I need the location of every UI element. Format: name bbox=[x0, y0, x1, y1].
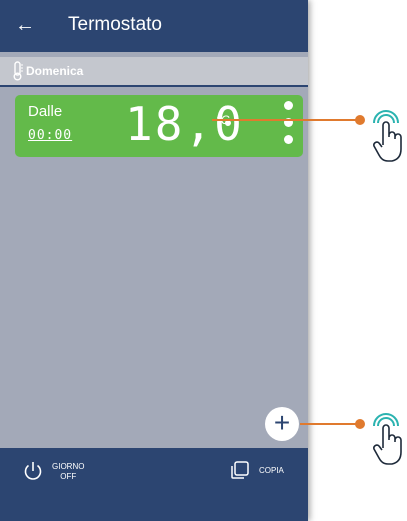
temperature-value[interactable]: 18,0 bbox=[125, 101, 242, 147]
bottom-bar: GIORNO OFF COPIA bbox=[0, 448, 308, 521]
start-time[interactable]: 00:00 bbox=[28, 128, 72, 143]
copy-label: COPIA bbox=[259, 466, 284, 475]
page-title: Termostato bbox=[68, 14, 162, 35]
callout-line-temperature bbox=[212, 115, 365, 125]
copy-icon bbox=[231, 461, 249, 479]
tap-hand-icon-2 bbox=[373, 413, 402, 465]
day-label: Domenica bbox=[26, 64, 84, 78]
add-button[interactable]: + bbox=[265, 407, 299, 441]
copy-button[interactable]: COPIA bbox=[230, 458, 300, 488]
back-arrow-icon[interactable]: ← bbox=[14, 13, 36, 37]
day-header: Domenica bbox=[0, 57, 308, 87]
phone-screen: ← Termostato Domenica Dalle 00:00 18,0 °… bbox=[0, 0, 308, 521]
from-label: Dalle bbox=[28, 103, 63, 120]
power-icon bbox=[24, 462, 42, 480]
day-off-label: GIORNO OFF bbox=[52, 462, 84, 482]
day-off-line1: GIORNO bbox=[52, 462, 85, 471]
tap-hand-icon bbox=[373, 110, 402, 162]
day-off-line2: OFF bbox=[60, 472, 77, 481]
app-bar: ← Termostato bbox=[0, 0, 308, 52]
day-off-button[interactable]: GIORNO OFF bbox=[22, 458, 102, 488]
callout-line-add bbox=[300, 419, 365, 429]
thermometer-icon bbox=[13, 61, 23, 81]
